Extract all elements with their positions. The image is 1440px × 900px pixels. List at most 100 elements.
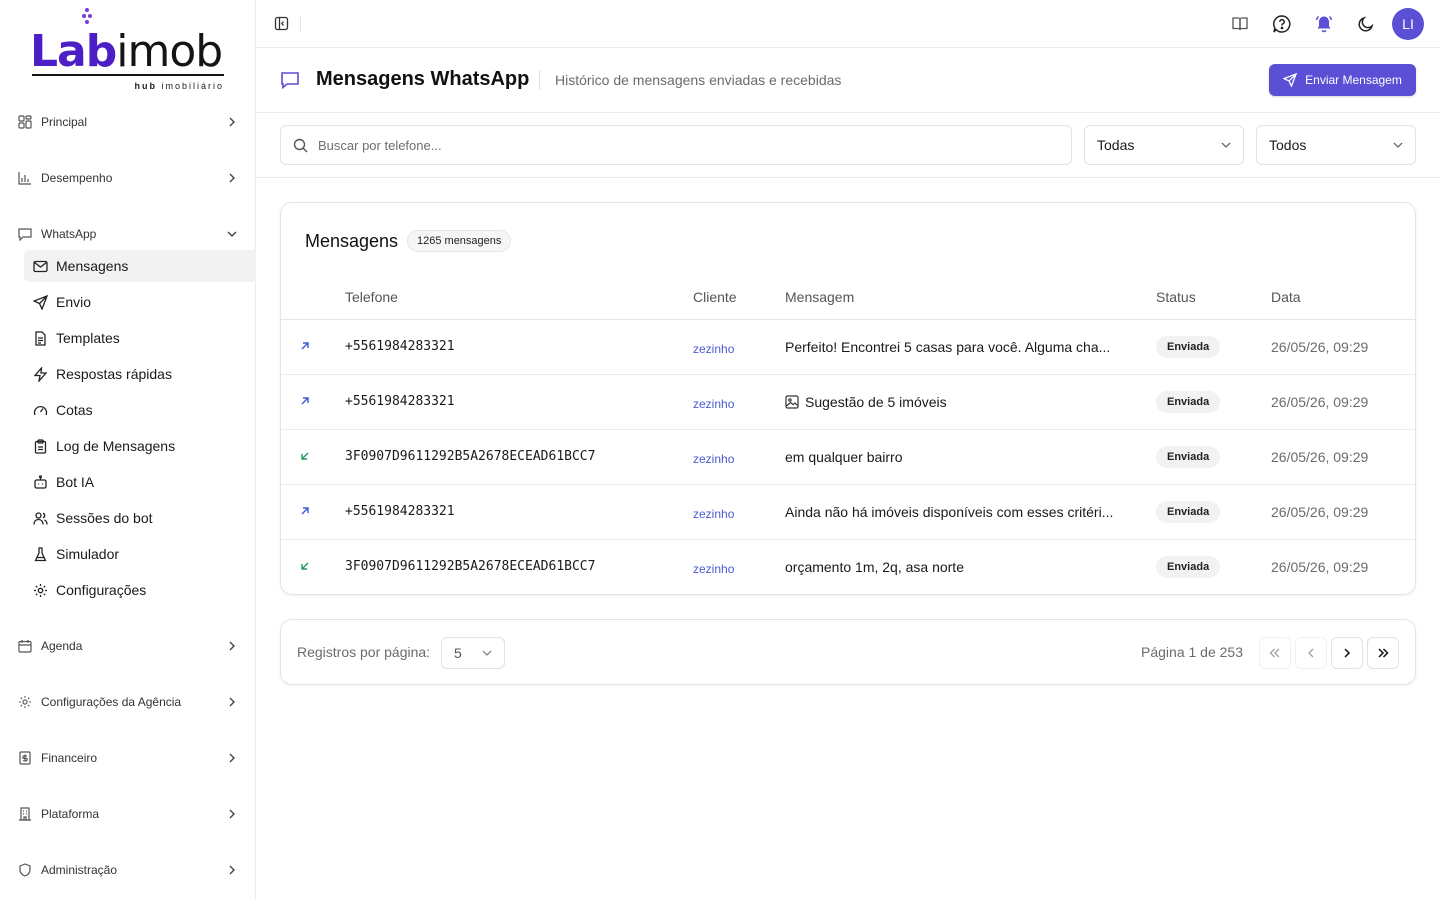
select-value: Todas bbox=[1097, 137, 1135, 153]
send-message-label: Enviar Mensagem bbox=[1305, 73, 1402, 87]
date-cell: 26/05/26, 09:29 bbox=[1271, 559, 1369, 575]
sidebar-item-label: Envio bbox=[56, 294, 92, 310]
chevron-right-icon bbox=[226, 116, 238, 128]
sidebar-group-label: WhatsApp bbox=[41, 227, 97, 241]
notifications-button[interactable] bbox=[1308, 8, 1340, 40]
filters-bar: Buscar por telefone... Todas Todos bbox=[256, 113, 1440, 178]
sidebar-group-label: Principal bbox=[41, 115, 88, 129]
sidebar-item-cotas[interactable]: Cotas bbox=[24, 394, 256, 426]
messages-card: Mensagens 1265 mensagens Telefone Client… bbox=[280, 202, 1416, 595]
table-row[interactable]: +5561984283321 zezinho Sugestão de 5 imó… bbox=[281, 375, 1415, 430]
chevron-right-icon bbox=[226, 808, 238, 820]
zap-icon bbox=[32, 366, 48, 382]
arrow-down-left-icon bbox=[301, 452, 309, 460]
status-badge: Enviada bbox=[1156, 501, 1221, 523]
bar-chart-icon bbox=[17, 170, 33, 186]
table-row[interactable]: 3F0907D9611292B5A2678ECEAD61BCC7 zezinho… bbox=[281, 430, 1415, 485]
theme-toggle-button[interactable] bbox=[1350, 8, 1382, 40]
users-icon bbox=[32, 510, 48, 526]
previous-page-button[interactable] bbox=[1295, 637, 1327, 669]
moon-icon bbox=[1358, 16, 1374, 32]
search-icon bbox=[293, 138, 308, 152]
sidebar-group-financeiro[interactable]: Financeiro bbox=[0, 744, 256, 772]
per-page-select[interactable]: 5 bbox=[441, 637, 505, 669]
table-row[interactable]: 3F0907D9611292B5A2678ECEAD61BCC7 zezinho… bbox=[281, 540, 1415, 594]
sidebar-group-principal[interactable]: Principal bbox=[0, 108, 256, 136]
sidebar-group-plataforma[interactable]: Plataforma bbox=[0, 800, 256, 828]
arrow-up-right-icon bbox=[301, 397, 309, 405]
topbar-actions: LI bbox=[1214, 8, 1424, 40]
client-link[interactable]: zezinho bbox=[693, 562, 734, 576]
chevron-right-icon bbox=[226, 640, 238, 652]
sidebar-item-envio[interactable]: Envio bbox=[24, 286, 256, 318]
status-badge: Enviada bbox=[1156, 446, 1221, 468]
page-header: Mensagens WhatsApp Histórico de mensagen… bbox=[256, 48, 1440, 113]
sidebar-item-respostas-rapidas[interactable]: Respostas rápidas bbox=[24, 358, 256, 390]
message-text: Perfeito! Encontrei 5 casas para você. A… bbox=[785, 339, 1111, 355]
sidebar-toggle-button[interactable] bbox=[272, 14, 290, 32]
first-page-button[interactable] bbox=[1259, 637, 1291, 669]
table-header: Telefone Cliente Mensagem Status Data bbox=[281, 274, 1415, 320]
arrow-up-right-icon bbox=[301, 507, 309, 515]
user-avatar[interactable]: LI bbox=[1392, 8, 1424, 40]
phone-search-input[interactable]: Buscar por telefone... bbox=[280, 125, 1072, 165]
client-link[interactable]: zezinho bbox=[693, 342, 734, 356]
next-page-button[interactable] bbox=[1331, 637, 1363, 669]
status-filter-select[interactable]: Todos bbox=[1256, 125, 1416, 165]
chevron-down-icon bbox=[1393, 142, 1403, 148]
column-header-data[interactable]: Data bbox=[1271, 289, 1301, 305]
sidebar-group-configuracoes-agencia[interactable]: Configurações da Agência bbox=[0, 688, 256, 716]
gear-icon bbox=[32, 582, 48, 598]
page-title: Mensagens WhatsApp bbox=[316, 68, 530, 90]
labimob-logo[interactable]: Labimob hub imobiliário bbox=[30, 8, 230, 94]
message-square-icon bbox=[281, 72, 299, 90]
page-subtitle: Histórico de mensagens enviadas e recebi… bbox=[555, 72, 842, 88]
table-row[interactable]: +5561984283321 zezinho Perfeito! Encontr… bbox=[281, 320, 1415, 375]
help-chat-button[interactable] bbox=[1266, 8, 1298, 40]
phone-cell: 3F0907D9611292B5A2678ECEAD61BCC7 bbox=[345, 449, 596, 464]
message-text: Sugestão de 5 imóveis bbox=[805, 394, 947, 410]
send-icon bbox=[32, 294, 48, 310]
direction-filter-select[interactable]: Todas bbox=[1084, 125, 1244, 165]
shield-icon bbox=[17, 862, 33, 878]
sidebar-item-simulador[interactable]: Simulador bbox=[24, 538, 256, 570]
client-link[interactable]: zezinho bbox=[693, 452, 734, 466]
send-message-button[interactable]: Enviar Mensagem bbox=[1269, 64, 1416, 96]
sidebar-group-desempenho[interactable]: Desempenho bbox=[0, 164, 256, 192]
sidebar-item-configuracoes[interactable]: Configurações bbox=[24, 574, 256, 606]
column-header-telefone[interactable]: Telefone bbox=[345, 289, 398, 305]
sidebar-group-label: Agenda bbox=[41, 639, 83, 653]
flask-icon bbox=[32, 546, 48, 562]
sidebar-item-templates[interactable]: Templates bbox=[24, 322, 256, 354]
topbar-separator bbox=[300, 16, 301, 32]
sidebar-group-agenda[interactable]: Agenda bbox=[0, 632, 256, 660]
client-link[interactable]: zezinho bbox=[693, 507, 734, 521]
chevron-left-icon bbox=[1308, 648, 1314, 658]
sidebar-group-label: Configurações da Agência bbox=[41, 695, 182, 709]
chevrons-left-icon bbox=[1269, 648, 1280, 658]
chevron-right-icon bbox=[226, 864, 238, 876]
client-link[interactable]: zezinho bbox=[693, 397, 734, 411]
sidebar-group-administracao[interactable]: Administração bbox=[0, 856, 256, 884]
clipboard-icon bbox=[32, 438, 48, 454]
header-divider bbox=[539, 70, 540, 90]
search-placeholder: Buscar por telefone... bbox=[318, 137, 442, 153]
docs-button[interactable] bbox=[1224, 8, 1256, 40]
last-page-button[interactable] bbox=[1367, 637, 1399, 669]
sidebar-item-sessoes-do-bot[interactable]: Sessões do bot bbox=[24, 502, 256, 534]
help-circle-message-icon bbox=[1272, 15, 1291, 33]
table-row[interactable]: +5561984283321 zezinho Ainda não há imóv… bbox=[281, 485, 1415, 540]
arrow-up-right-icon bbox=[301, 342, 309, 350]
sidebar-item-mensagens[interactable]: Mensagens bbox=[24, 250, 256, 282]
sidebar-item-bot-ia[interactable]: Bot IA bbox=[24, 466, 256, 498]
building-icon bbox=[17, 806, 33, 822]
chevron-right-icon bbox=[226, 172, 238, 184]
sidebar-item-label: Templates bbox=[56, 330, 120, 346]
sidebar-group-whatsapp[interactable]: WhatsApp bbox=[0, 220, 256, 248]
message-square-icon bbox=[17, 226, 33, 242]
column-header-status[interactable]: Status bbox=[1156, 289, 1196, 305]
column-header-mensagem[interactable]: Mensagem bbox=[785, 289, 854, 305]
message-text: em qualquer bairro bbox=[785, 449, 903, 465]
sidebar-item-log-de-mensagens[interactable]: Log de Mensagens bbox=[24, 430, 256, 462]
column-header-cliente[interactable]: Cliente bbox=[693, 289, 737, 305]
